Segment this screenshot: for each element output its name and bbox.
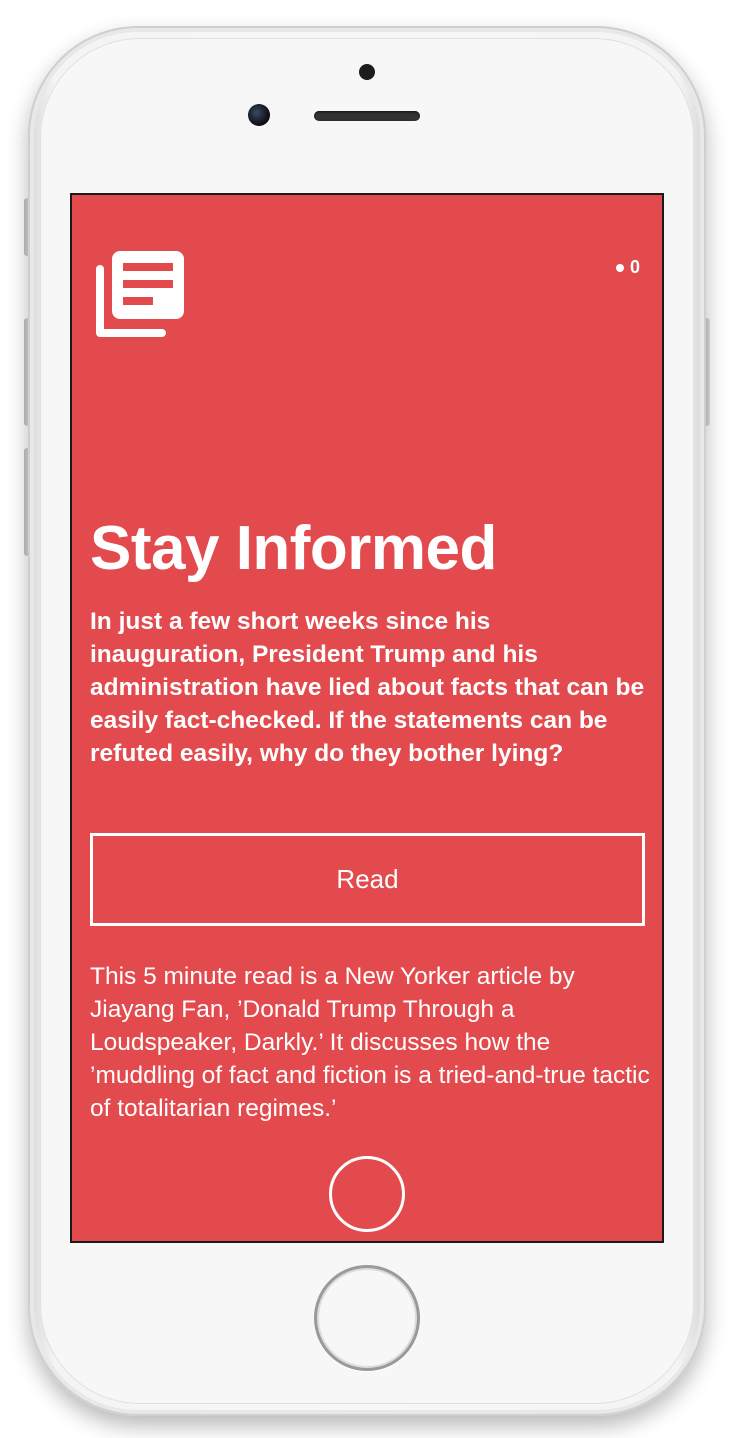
proximity-sensor <box>359 64 375 80</box>
newspaper-stack-icon <box>96 249 186 339</box>
article-description: This 5 minute read is a New Yorker artic… <box>90 963 650 1122</box>
front-camera-icon <box>248 104 270 126</box>
read-button[interactable]: Read <box>90 833 645 926</box>
dot-icon <box>615 263 624 272</box>
circle-outline-icon[interactable] <box>329 1156 405 1232</box>
app-screen: 0 Stay Informed In just a few short week… <box>70 193 664 1243</box>
page-indicator: 0 <box>615 257 640 278</box>
page: 0 Stay Informed In just a few short week… <box>0 0 735 1438</box>
home-button[interactable] <box>314 1265 420 1371</box>
earpiece-speaker <box>314 111 420 121</box>
article-title: Stay Informed <box>90 514 497 583</box>
page-count: 0 <box>629 257 640 277</box>
read-button-label: Read <box>336 864 399 894</box>
article-summary: In just a few short weeks since his inau… <box>90 608 645 767</box>
